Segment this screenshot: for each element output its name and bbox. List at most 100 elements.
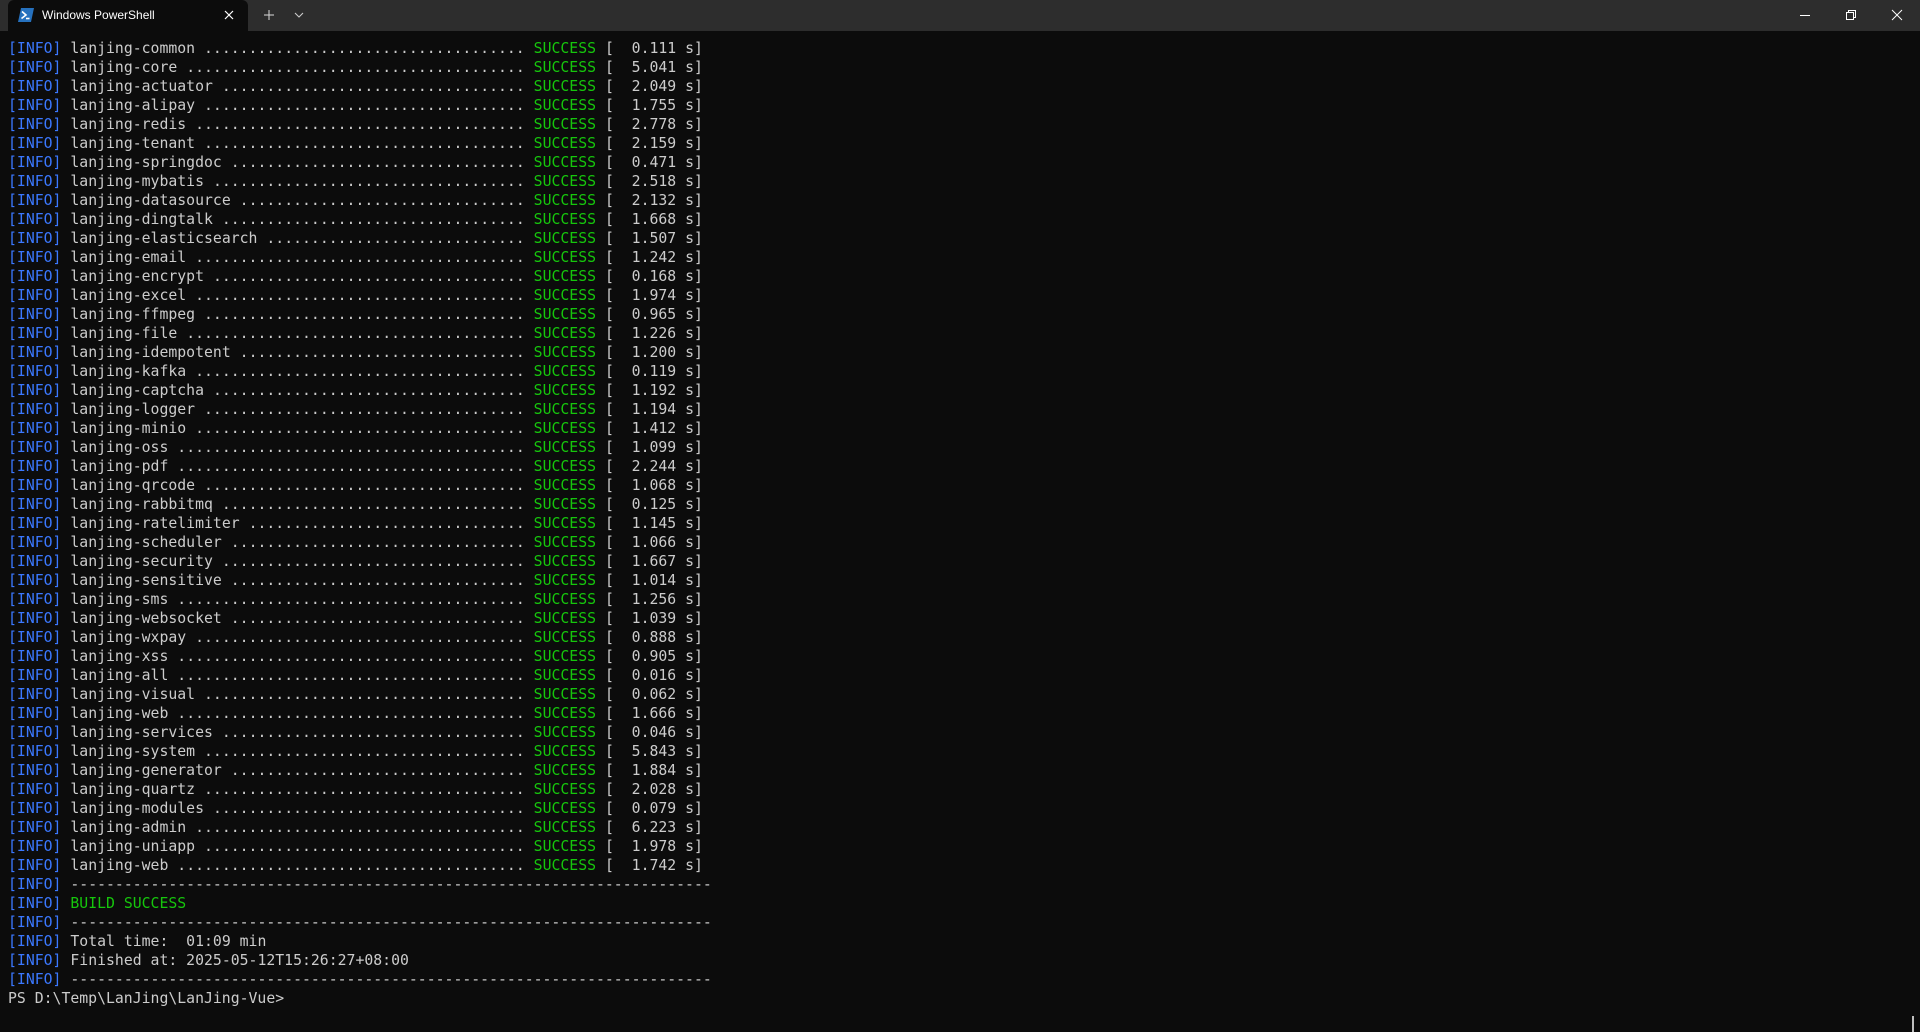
build-time: [ 1.014 s] (604, 572, 703, 589)
module-name: lanjing-admin (70, 819, 187, 836)
module-build-line: [INFO] lanjing-tenant ..................… (8, 134, 1888, 153)
module-build-line: [INFO] lanjing-common ..................… (8, 39, 1888, 58)
module-build-line: [INFO] lanjing-encrypt .................… (8, 267, 1888, 286)
status-text: SUCCESS (533, 325, 597, 342)
module-name: lanjing-mybatis (70, 173, 205, 190)
plus-icon[interactable] (260, 6, 278, 24)
module-build-line: [INFO] lanjing-minio ...................… (8, 419, 1888, 438)
module-name: lanjing-security (70, 553, 213, 570)
tab-powershell[interactable]: Windows PowerShell (8, 0, 248, 31)
build-time: [ 1.507 s] (604, 230, 703, 247)
module-name: lanjing-idempotent (70, 344, 231, 361)
info-tag: [INFO] (8, 819, 62, 836)
module-build-line: [INFO] lanjing-mybatis .................… (8, 172, 1888, 191)
minimize-button[interactable] (1782, 0, 1828, 31)
module-build-line: [INFO] lanjing-springdoc ...............… (8, 153, 1888, 172)
dot-leader: ................................... (212, 173, 525, 190)
status-text: SUCCESS (533, 59, 597, 76)
build-time: [ 2.132 s] (604, 192, 703, 209)
status-text: SUCCESS (533, 230, 597, 247)
module-name: lanjing-web (70, 857, 169, 874)
scrollbar-thumb[interactable] (1912, 1016, 1914, 1032)
status-text: SUCCESS (533, 857, 597, 874)
info-tag: [INFO] (8, 268, 62, 285)
close-icon[interactable] (220, 6, 238, 24)
status-text: SUCCESS (533, 249, 597, 266)
dot-leader: ..................................... (195, 363, 525, 380)
status-text: SUCCESS (533, 135, 597, 152)
build-time: [ 0.079 s] (604, 800, 703, 817)
dot-leader: ....................................... (177, 648, 525, 665)
powershell-icon (18, 8, 34, 22)
status-text: SUCCESS (533, 78, 597, 95)
module-build-line: [INFO] lanjing-visual ..................… (8, 685, 1888, 704)
module-name: lanjing-file (70, 325, 178, 342)
status-text: SUCCESS (533, 287, 597, 304)
info-tag: [INFO] (8, 230, 62, 247)
build-result-text: BUILD SUCCESS (70, 895, 187, 912)
status-text: SUCCESS (533, 458, 597, 475)
tab-title: Windows PowerShell (42, 8, 155, 22)
status-text: SUCCESS (533, 648, 597, 665)
module-build-line: [INFO] lanjing-core ....................… (8, 58, 1888, 77)
build-time: [ 1.068 s] (604, 477, 703, 494)
module-name: lanjing-alipay (70, 97, 196, 114)
dot-leader: ............................... (248, 515, 525, 532)
build-result-line: [INFO] BUILD SUCCESS (8, 895, 187, 912)
module-name: lanjing-quartz (70, 781, 196, 798)
module-name: lanjing-services (70, 724, 213, 741)
module-name: lanjing-rabbitmq (70, 496, 213, 513)
status-text: SUCCESS (533, 401, 597, 418)
status-text: SUCCESS (533, 154, 597, 171)
module-build-line: [INFO] lanjing-elasticsearch ...........… (8, 229, 1888, 248)
close-window-button[interactable] (1874, 0, 1920, 31)
info-tag: [INFO] (8, 781, 62, 798)
build-time: [ 2.049 s] (604, 78, 703, 95)
info-tag: [INFO] (8, 382, 62, 399)
info-tag: [INFO] (8, 173, 62, 190)
status-text: SUCCESS (533, 382, 597, 399)
status-text: SUCCESS (533, 572, 597, 589)
module-build-line: [INFO] lanjing-idempotent ..............… (8, 343, 1888, 362)
dot-leader: ..................................... (195, 819, 525, 836)
dot-leader: ....................................... (177, 667, 525, 684)
build-time: [ 1.242 s] (604, 249, 703, 266)
dot-leader: ............................. (266, 230, 525, 247)
module-build-line: [INFO] lanjing-websocket ...............… (8, 609, 1888, 628)
dot-leader: .................................... (204, 401, 525, 418)
status-text: SUCCESS (533, 610, 597, 627)
module-build-line: [INFO] lanjing-oss .....................… (8, 438, 1888, 457)
build-time: [ 1.667 s] (604, 553, 703, 570)
module-build-line: [INFO] lanjing-email ...................… (8, 248, 1888, 267)
module-name: lanjing-email (70, 249, 187, 266)
dot-leader: .................................. (221, 78, 525, 95)
info-tag: [INFO] (8, 553, 62, 570)
info-tag: [INFO] (8, 135, 62, 152)
build-time: [ 1.978 s] (604, 838, 703, 855)
info-tag: [INFO] (8, 629, 62, 646)
info-tag: [INFO] (8, 97, 62, 114)
separator-line: [INFO] ---------------------------------… (8, 971, 712, 988)
dot-leader: .................................... (204, 306, 525, 323)
module-name: lanjing-ratelimiter (70, 515, 240, 532)
module-build-line: [INFO] lanjing-system ..................… (8, 742, 1888, 761)
module-name: lanjing-system (70, 743, 196, 760)
chevron-down-icon[interactable] (290, 6, 308, 24)
terminal-lines: [INFO] lanjing-common ..................… (8, 39, 1888, 1008)
build-time: [ 1.974 s] (604, 287, 703, 304)
close-icon (1891, 9, 1903, 21)
build-time: [ 2.159 s] (604, 135, 703, 152)
module-build-line: [INFO] lanjing-pdf .....................… (8, 457, 1888, 476)
module-build-line: [INFO] lanjing-web .....................… (8, 856, 1888, 875)
info-tag: [INFO] (8, 40, 62, 57)
build-time: [ 0.888 s] (604, 629, 703, 646)
dot-leader: .................................... (204, 97, 525, 114)
info-tag: [INFO] (8, 116, 62, 133)
build-time: [ 1.742 s] (604, 857, 703, 874)
restore-button[interactable] (1828, 0, 1874, 31)
dot-leader: ....................................... (177, 591, 525, 608)
command-prompt[interactable]: PS D:\Temp\LanJing\LanJing-Vue> (8, 989, 1888, 1008)
terminal-output[interactable]: [INFO] lanjing-common ..................… (0, 31, 1920, 1032)
info-tag: [INFO] (8, 306, 62, 323)
module-build-line: [INFO] lanjing-services ................… (8, 723, 1888, 742)
